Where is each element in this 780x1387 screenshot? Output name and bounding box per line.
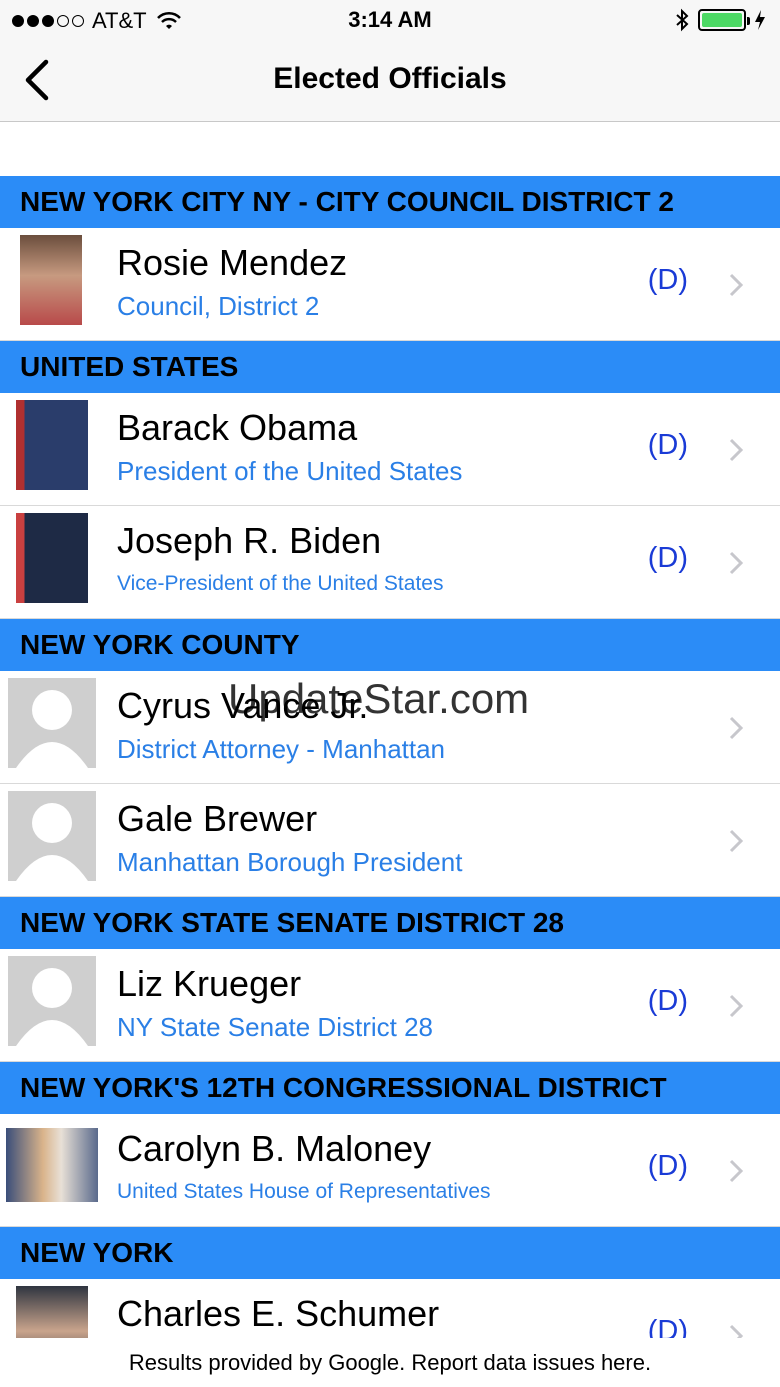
official-name: Charles E. Schumer <box>117 1293 440 1334</box>
placeholder-avatar-icon <box>8 678 96 768</box>
official-title: Manhattan Borough President <box>117 847 463 877</box>
official-name: Liz Krueger <box>117 963 302 1004</box>
official-row[interactable]: Carolyn B. Maloney United States House o… <box>0 1114 780 1227</box>
official-row[interactable]: Cyrus Vance Jr. District Attorney - Manh… <box>0 671 780 784</box>
party-label: (D) <box>647 542 688 574</box>
section-header: UNITED STATES <box>0 341 780 393</box>
chevron-right-icon <box>729 1324 744 1338</box>
official-title: United States House of Representatives <box>117 1180 491 1203</box>
official-photo <box>20 235 82 325</box>
clock: 3:14 AM <box>348 7 432 32</box>
chevron-right-icon <box>729 273 744 297</box>
official-name: Cyrus Vance Jr. <box>117 685 369 726</box>
section: NEW YORK'S 12TH CONGRESSIONAL DISTRICT C… <box>0 1062 780 1227</box>
official-title: NY State Senate District 28 <box>117 1012 434 1042</box>
chevron-right-icon <box>729 438 744 462</box>
official-row[interactable]: Gale Brewer Manhattan Borough President <box>0 784 780 897</box>
page-title: Elected Officials <box>273 62 507 95</box>
chevron-right-icon <box>729 551 744 575</box>
official-name: Carolyn B. Maloney <box>117 1128 432 1169</box>
official-photo <box>16 400 88 490</box>
section: NEW YORK Charles E. Schumer (D) <box>0 1227 780 1338</box>
official-name: Rosie Mendez <box>117 242 348 283</box>
section-header: NEW YORK COUNTY <box>0 619 780 671</box>
official-name: Gale Brewer <box>117 798 318 839</box>
official-title: Council, District 2 <box>117 291 320 321</box>
official-photo <box>6 1128 98 1202</box>
party-label: (D) <box>647 429 688 461</box>
official-title: President of the United States <box>117 456 463 486</box>
chevron-right-icon <box>729 994 744 1018</box>
section-header: NEW YORK'S 12TH CONGRESSIONAL DISTRICT <box>0 1062 780 1114</box>
chevron-right-icon <box>729 829 744 853</box>
official-row[interactable]: Joseph R. Biden Vice-President of the Un… <box>0 506 780 619</box>
official-name: Joseph R. Biden <box>117 520 382 561</box>
navigation-bar: Elected Officials <box>0 40 780 122</box>
charging-bolt-icon <box>755 10 765 30</box>
section: NEW YORK CITY NY - CITY COUNCIL DISTRICT… <box>0 176 780 341</box>
official-row[interactable]: Liz Krueger NY State Senate District 28 … <box>0 949 780 1062</box>
official-title: Vice-President of the United States <box>117 572 444 595</box>
section: NEW YORK STATE SENATE DISTRICT 28 Liz Kr… <box>0 897 780 1062</box>
official-row[interactable]: Charles E. Schumer (D) <box>0 1279 780 1338</box>
official-title: District Attorney - Manhattan <box>117 734 446 764</box>
footer-attribution[interactable]: Results provided by Google. Report data … <box>0 1339 780 1387</box>
party-label: (D) <box>647 264 688 296</box>
official-photo <box>16 1286 88 1338</box>
official-photo <box>16 513 88 603</box>
section: UNITED STATES Barack Obama President of … <box>0 341 780 619</box>
placeholder-avatar-icon <box>8 791 96 881</box>
official-row[interactable]: Rosie Mendez Council, District 2 (D) <box>0 228 780 341</box>
chevron-right-icon <box>729 716 744 740</box>
party-label: (D) <box>647 1150 688 1182</box>
placeholder-avatar-icon <box>8 956 96 1046</box>
section-header: NEW YORK CITY NY - CITY COUNCIL DISTRICT… <box>0 176 780 228</box>
section-header: NEW YORK STATE SENATE DISTRICT 28 <box>0 897 780 949</box>
party-label: (D) <box>647 985 688 1017</box>
party-label: (D) <box>647 1315 688 1338</box>
officials-list[interactable]: NEW YORK CITY NY - CITY COUNCIL DISTRICT… <box>0 176 780 1338</box>
status-bar: AT&T 3:14 AM <box>0 0 780 40</box>
section: NEW YORK COUNTY Cyrus Vance Jr. District… <box>0 619 780 897</box>
bluetooth-icon <box>676 8 689 32</box>
official-row[interactable]: Barack Obama President of the United Sta… <box>0 393 780 506</box>
section-header: NEW YORK <box>0 1227 780 1279</box>
official-name: Barack Obama <box>117 407 358 448</box>
chevron-right-icon <box>729 1159 744 1183</box>
battery-icon <box>698 9 750 31</box>
